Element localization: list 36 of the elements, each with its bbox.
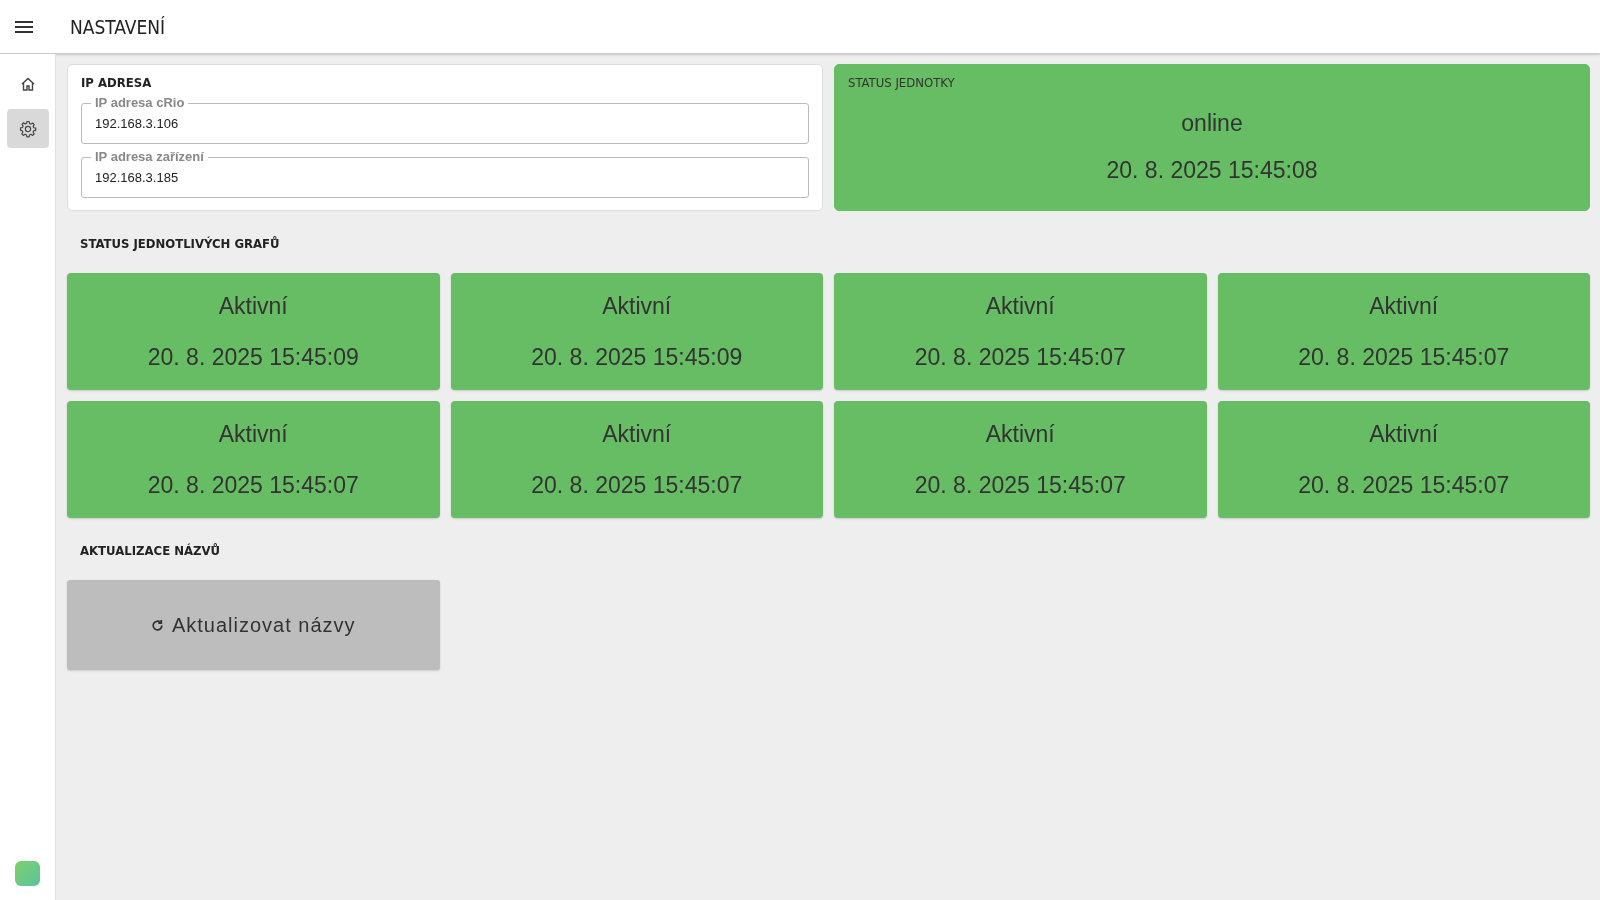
settings-icon [18, 119, 37, 138]
status-text: Aktivní [984, 420, 1056, 448]
home-icon [19, 75, 36, 92]
status-time: 20. 8. 2025 15:45:07 [1297, 471, 1511, 499]
status-text: Aktivní [601, 292, 673, 320]
page-title: NASTAVENÍ [70, 15, 166, 38]
refresh-icon [150, 618, 164, 632]
ip-input-field[interactable]: 192.168.3.106 [82, 112, 808, 135]
ip-input-field[interactable]: 192.168.3.185 [82, 166, 808, 189]
status-time: 20. 8. 2025 15:45:07 [146, 471, 360, 499]
status-time: 20. 8. 2025 15:45:07 [530, 471, 744, 499]
status-text: Aktivní [984, 292, 1056, 320]
status-text: Aktivní [1368, 420, 1440, 448]
status-text: Aktivní [217, 292, 289, 320]
status-text: Aktivní [217, 420, 289, 448]
menu-icon[interactable] [15, 20, 33, 33]
ip-address-field[interactable]: IP adresa cRio 192.168.3.106 [81, 96, 809, 144]
field-label: IP adresa cRio [94, 96, 186, 110]
field-label: IP adresa zařízení [94, 150, 205, 164]
card-title: IP ADRESA [81, 75, 153, 90]
settings-nav-item[interactable] [6, 109, 49, 148]
section-title: AKTUALIZACE NÁZVŮ [79, 542, 222, 560]
app-logo-icon [15, 861, 40, 886]
status-time: 20. 8. 2025 15:45:07 [913, 471, 1127, 499]
update-names-button[interactable]: Aktualizovat názvy [67, 580, 440, 670]
status-time: 20. 8. 2025 15:45:09 [146, 343, 360, 371]
status-text: Aktivní [601, 420, 673, 448]
status-text: Aktivní [1368, 292, 1440, 320]
status-time: 20. 8. 2025 15:45:07 [913, 343, 1127, 371]
status-text: online [1180, 110, 1244, 137]
status-time: 20. 8. 2025 15:45:07 [1297, 343, 1511, 371]
status-time: 20. 8. 2025 15:45:08 [1105, 157, 1319, 184]
status-time: 20. 8. 2025 15:45:09 [530, 343, 744, 371]
ip-address-field[interactable]: IP adresa zařízení 192.168.3.185 [81, 150, 809, 198]
section-title: STATUS JEDNOTLIVÝCH GRAFŮ [79, 235, 281, 253]
card-title: STATUS JEDNOTKY [848, 75, 956, 90]
